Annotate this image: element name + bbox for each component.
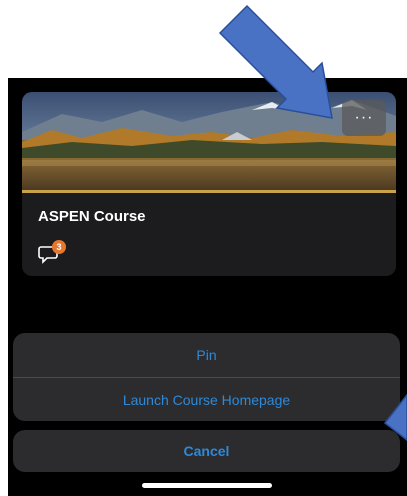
banner-accent-strip [22,190,396,193]
action-sheet: Pin Launch Course Homepage [13,333,400,421]
app-screen: ··· ASPEN Course 3 Pin Launch Course Hom… [8,78,407,496]
unread-badge: 3 [52,240,66,254]
course-banner-image [22,92,396,190]
more-horizontal-icon: ··· [354,109,374,126]
screenshot: ··· ASPEN Course 3 Pin Launch Course Hom… [0,0,407,496]
home-indicator [142,483,272,488]
launch-course-homepage-button[interactable]: Launch Course Homepage [13,378,400,421]
pin-button[interactable]: Pin [13,333,400,377]
cancel-button[interactable]: Cancel [13,430,400,472]
more-options-button[interactable]: ··· [342,100,386,136]
course-card[interactable]: ··· ASPEN Course 3 [22,92,396,276]
discussion-button[interactable]: 3 [38,240,68,266]
course-title: ASPEN Course [38,208,146,225]
